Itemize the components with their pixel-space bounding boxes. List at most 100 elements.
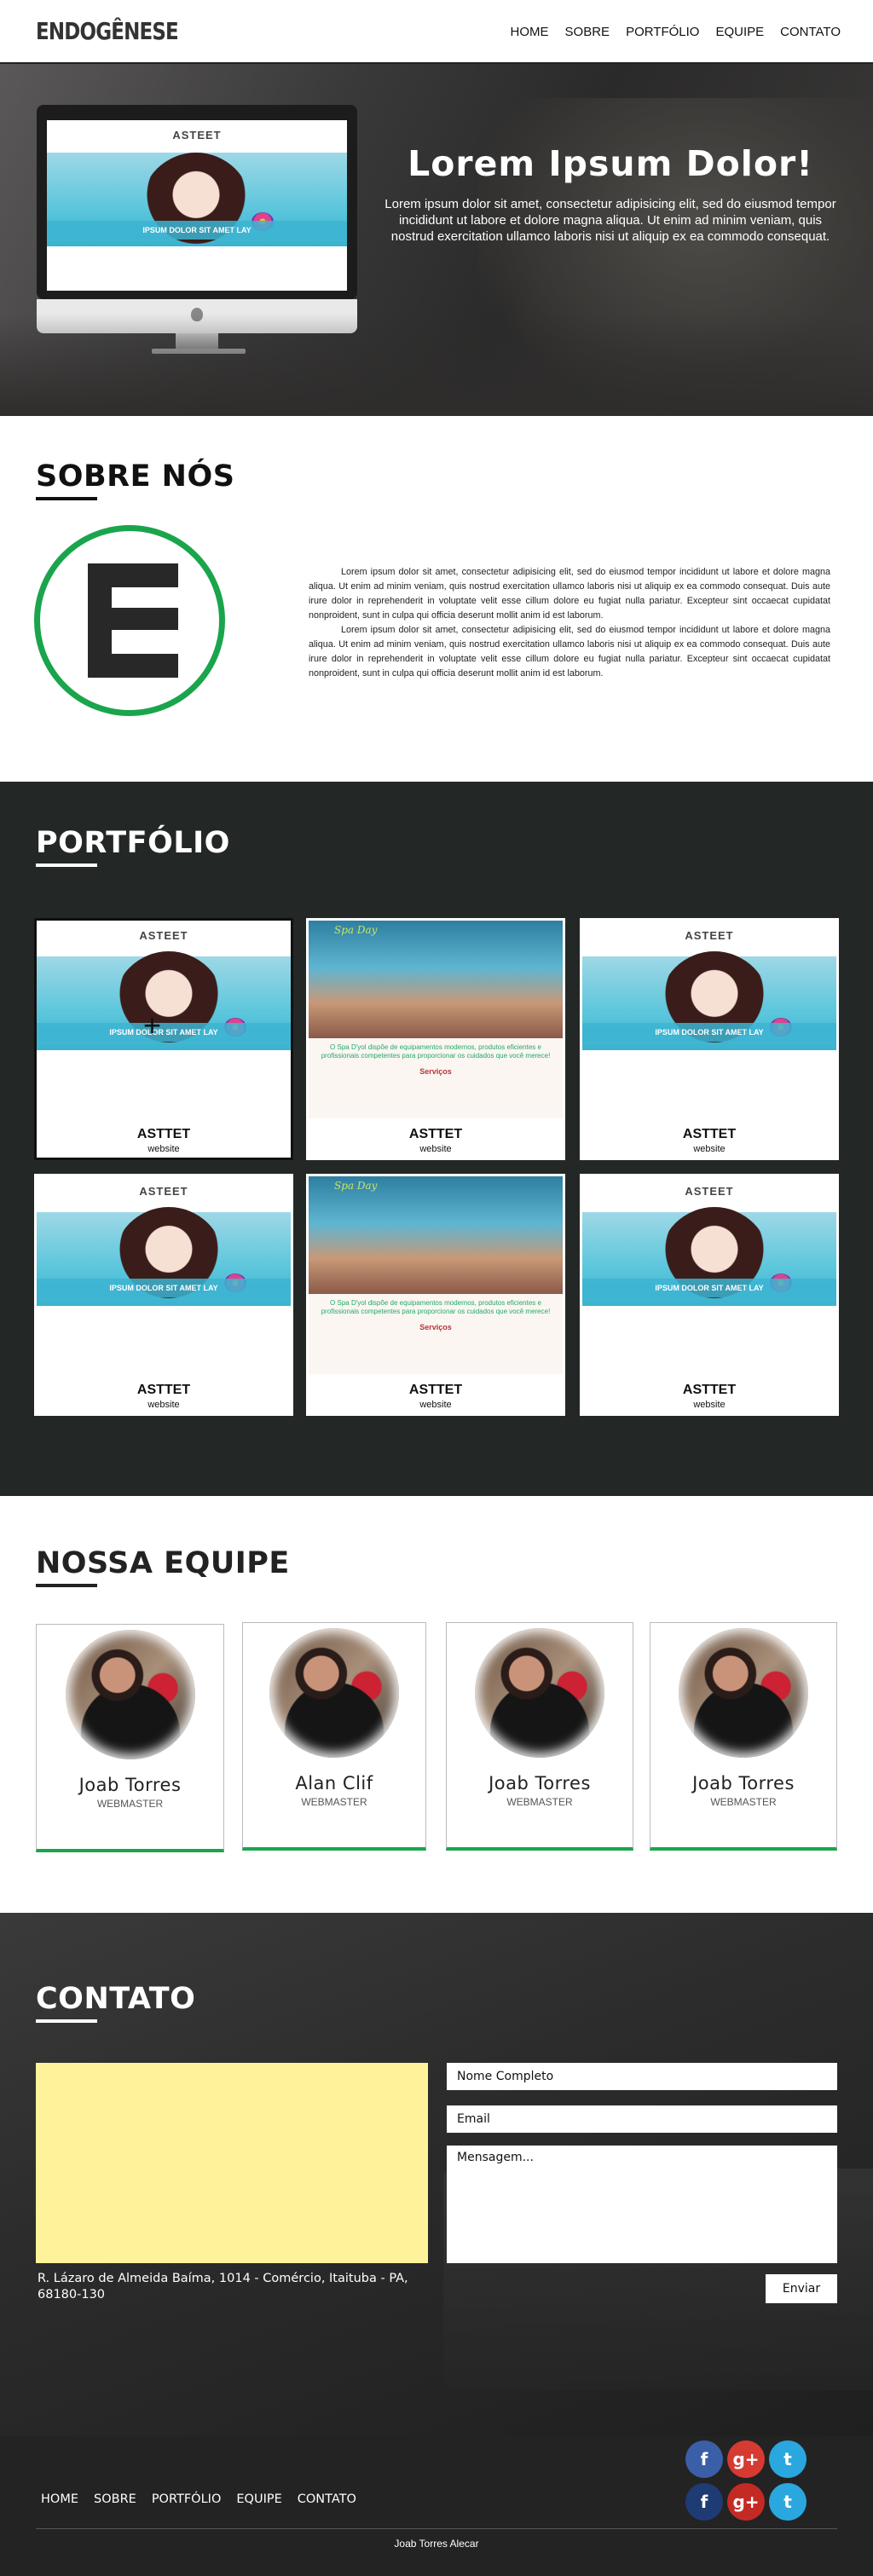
- avatar: [475, 1628, 604, 1758]
- nav-contato[interactable]: CONTATO: [780, 25, 841, 39]
- nav-equipe[interactable]: EQUIPE: [715, 25, 764, 39]
- facebook-icon[interactable]: f: [685, 2483, 723, 2521]
- portfolio-item[interactable]: ASTEET IPSUM DOLOR SIT AMET LAY ASTTET webs…: [580, 918, 839, 1160]
- mock-banner: IPSUM DOLOR SIT AMET LAY: [47, 153, 347, 263]
- main-nav: HOME SOBRE PORTFÓLIO EQUIPE CONTATO: [511, 25, 841, 39]
- hero-title: Lorem Ipsum Dolor!: [408, 143, 813, 184]
- team-member-name: Joab Torres: [692, 1773, 795, 1793]
- contato-section: CONTATO R. Lázaro de Almeida Baíma, 1014…: [0, 1913, 873, 2436]
- equipe-title-text: NOSSA EQUIPE: [36, 1546, 290, 1580]
- nav-sobre[interactable]: SOBRE: [565, 25, 610, 39]
- facebook-icon[interactable]: f: [685, 2440, 723, 2478]
- mock-banner: IPSUM DOLOR SIT AMET LAY: [37, 951, 291, 1062]
- portfolio-item-type: website: [693, 1144, 726, 1154]
- team-member-name: Joab Torres: [78, 1775, 182, 1795]
- title-underline: [36, 863, 97, 867]
- portfolio-item[interactable]: ASTEET IPSUM DOLOR SIT AMET LAY + ASTTET web…: [34, 918, 293, 1160]
- footer-nav-sobre[interactable]: SOBRE: [94, 2492, 136, 2506]
- spa-hero-image: Spa Day: [309, 1176, 563, 1294]
- google-plus-icon[interactable]: g+: [727, 2440, 765, 2478]
- address-text: R. Lázaro de Almeida Baíma, 1014 - Comér…: [38, 2272, 408, 2302]
- team-member-name: Alan Clif: [295, 1773, 373, 1793]
- imac-chin: [37, 299, 357, 333]
- twitter-icon[interactable]: t: [769, 2483, 807, 2521]
- mock-site-nav: [47, 147, 347, 158]
- imac-screen: ASTEET IPSUM DOLOR SIT AMET LAY: [47, 120, 347, 291]
- spa-services-label: Serviços: [419, 1067, 452, 1076]
- title-underline: [36, 497, 97, 500]
- mock-portrait: [113, 951, 224, 1062]
- site-logo[interactable]: ENDOGÊNESE: [36, 17, 179, 45]
- team-member-role: WEBMASTER: [301, 1796, 367, 1808]
- team-member-role: WEBMASTER: [710, 1796, 777, 1808]
- mock-site-title: ASTEET: [685, 929, 734, 942]
- spa-logo: Spa Day: [334, 924, 378, 936]
- team-member-role: WEBMASTER: [506, 1796, 573, 1808]
- send-button[interactable]: Enviar: [766, 2274, 837, 2303]
- mock-banner-caption: IPSUM DOLOR SIT AMET LAY: [47, 221, 347, 240]
- portfolio-item[interactable]: ASTEET IPSUM DOLOR SIT AMET LAY ASTTET webs…: [34, 1174, 293, 1416]
- mock-portrait: [113, 1207, 224, 1318]
- sobre-paragraph: Lorem ipsum dolor sit amet, consectetur …: [309, 625, 830, 679]
- footer-nav-home[interactable]: HOME: [41, 2492, 78, 2506]
- hero-body: Lorem ipsum dolor sit amet, consectetur …: [384, 197, 836, 244]
- team-card[interactable]: Alan Clif WEBMASTER: [242, 1622, 426, 1851]
- portfolio-item-name: ASTTET: [136, 1383, 191, 1397]
- nav-portfolio[interactable]: PORTFÓLIO: [626, 25, 699, 39]
- imac-mockup: ASTEET IPSUM DOLOR SIT AMET LAY: [37, 105, 357, 354]
- portfolio-item[interactable]: ASTEET IPSUM DOLOR SIT AMET LAY ASTTET webs…: [580, 1174, 839, 1416]
- avatar: [65, 1630, 195, 1759]
- site-footer: f g+ t f g+ t HOME SOBRE PORTFÓLIO EQUIP…: [0, 2436, 873, 2576]
- team-card[interactable]: Joab Torres WEBMASTER: [36, 1624, 224, 1852]
- team-card[interactable]: Joab Torres WEBMASTER: [650, 1622, 837, 1851]
- mock-site-title: ASTEET: [685, 1185, 734, 1198]
- portfolio-item[interactable]: Spa Day O Spa D'yol dispõe de equipamento…: [306, 1174, 565, 1416]
- portfolio-thumbnail: ASTEET IPSUM DOLOR SIT AMET LAY: [582, 921, 836, 1118]
- portfolio-item-name: ASTTET: [682, 1383, 737, 1397]
- footer-nav-equipe[interactable]: EQUIPE: [236, 2492, 281, 2506]
- spa-logo: Spa Day: [334, 1180, 378, 1192]
- hero-text: Lorem Ipsum Dolor! Lorem ipsum dolor sit…: [377, 143, 844, 245]
- footer-nav-portfolio[interactable]: PORTFÓLIO: [152, 2492, 222, 2506]
- spa-body: O Spa D'yol dispõe de equipamentos moder…: [309, 1038, 563, 1118]
- twitter-icon[interactable]: t: [769, 2440, 807, 2478]
- sobre-title: SOBRE NÓS: [36, 459, 234, 500]
- title-underline: [36, 2019, 97, 2023]
- team-card[interactable]: Joab Torres WEBMASTER: [446, 1622, 633, 1851]
- portfolio-thumbnail: Spa Day O Spa D'yol dispõe de equipamento…: [309, 1176, 563, 1374]
- mock-portrait: [141, 153, 251, 263]
- map-embed[interactable]: [36, 2063, 428, 2263]
- sobre-paragraph: Lorem ipsum dolor sit amet, consectetur …: [309, 567, 830, 621]
- portfolio-thumbnail: Spa Day O Spa D'yol dispõe de equipamento…: [309, 921, 563, 1118]
- portfolio-item-name: ASTTET: [408, 1127, 463, 1141]
- mock-site-title: ASTEET: [139, 929, 188, 942]
- sobre-section: SOBRE NÓS Lorem ipsum dolor sit amet, co…: [0, 416, 873, 782]
- portfolio-item[interactable]: Spa Day O Spa D'yol dispõe de equipamento…: [306, 918, 565, 1160]
- email-field[interactable]: [447, 2105, 837, 2133]
- footer-divider: [36, 2528, 837, 2529]
- portfolio-item-type: website: [419, 1144, 452, 1154]
- spa-headline: O Spa D'yol dispõe de equipamentos moder…: [321, 1299, 551, 1315]
- message-field[interactable]: [447, 2146, 837, 2263]
- portfolio-thumbnail: ASTEET IPSUM DOLOR SIT AMET LAY: [582, 1176, 836, 1374]
- contato-title: CONTATO: [36, 1982, 196, 2023]
- mock-banner-caption: IPSUM DOLOR SIT AMET LAY: [37, 1279, 291, 1297]
- contato-title-text: CONTATO: [36, 1982, 196, 2016]
- mock-site-title: ASTEET: [139, 1185, 188, 1198]
- portfolio-item-name: ASTTET: [682, 1127, 737, 1141]
- footer-nav-contato[interactable]: CONTATO: [298, 2492, 356, 2506]
- portfolio-item-name: ASTTET: [408, 1383, 463, 1397]
- portfolio-item-type: website: [147, 1144, 180, 1154]
- portfolio-item-type: website: [693, 1400, 726, 1410]
- mock-banner-caption: IPSUM DOLOR SIT AMET LAY: [582, 1279, 836, 1297]
- nav-home[interactable]: HOME: [511, 25, 549, 39]
- plus-icon: +: [143, 1008, 162, 1043]
- title-underline: [36, 1584, 97, 1587]
- google-plus-icon[interactable]: g+: [727, 2483, 765, 2521]
- portfolio-item-name: ASTTET: [136, 1127, 191, 1141]
- name-field[interactable]: [447, 2063, 837, 2090]
- mock-banner-caption: IPSUM DOLOR SIT AMET LAY: [582, 1023, 836, 1042]
- portfolio-item-type: website: [147, 1400, 180, 1410]
- equipe-title: NOSSA EQUIPE: [36, 1546, 290, 1587]
- footer-credit: Joab Torres Alecar: [394, 2538, 479, 2550]
